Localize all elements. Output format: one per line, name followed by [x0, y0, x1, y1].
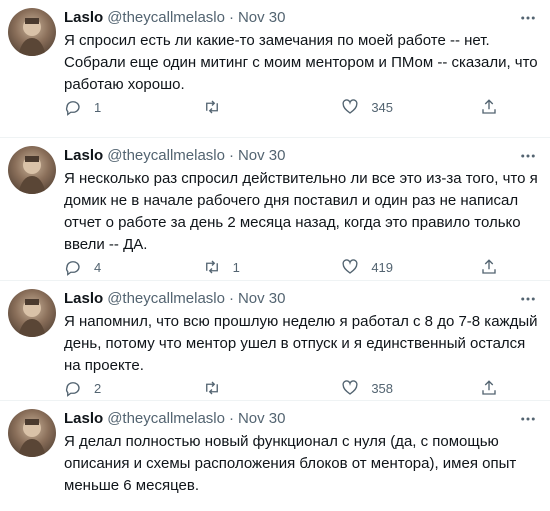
- like-icon: [341, 379, 359, 397]
- avatar[interactable]: [8, 146, 56, 194]
- reply-button[interactable]: 4: [64, 258, 174, 276]
- avatar[interactable]: [8, 409, 56, 457]
- retweet-button[interactable]: [203, 98, 313, 116]
- reply-button[interactable]: 1: [64, 98, 174, 116]
- like-count: 419: [371, 259, 394, 275]
- share-button[interactable]: [480, 379, 498, 397]
- avatar[interactable]: [8, 289, 56, 337]
- like-icon: [341, 98, 359, 116]
- reply-count: 1: [94, 99, 102, 115]
- like-button[interactable]: 358: [341, 379, 451, 397]
- reply-button[interactable]: 2: [64, 379, 174, 397]
- timestamp[interactable]: Nov 30: [238, 8, 286, 28]
- retweet-icon: [203, 98, 221, 116]
- user-handle[interactable]: @theycallmelaslo: [107, 289, 225, 309]
- share-button[interactable]: [480, 98, 498, 116]
- reply-icon: [64, 98, 82, 116]
- like-button[interactable]: 345: [341, 98, 451, 116]
- like-icon: [341, 258, 359, 276]
- display-name[interactable]: Laslo: [64, 409, 103, 429]
- separator: ·: [228, 147, 234, 164]
- retweet-count: 1: [232, 259, 240, 275]
- like-button[interactable]: 419: [341, 258, 451, 276]
- tweet-header: Laslo @theycallmelaslo · Nov 30: [64, 289, 538, 309]
- tweet-text: Я делал полностью новый функционал с нул…: [64, 433, 517, 494]
- display-name[interactable]: Laslo: [64, 146, 103, 166]
- tweet-header: Laslo @theycallmelaslo · Nov 30: [64, 8, 538, 28]
- reply-count: 2: [94, 380, 102, 396]
- avatar[interactable]: [8, 8, 56, 56]
- display-name[interactable]: Laslo: [64, 8, 103, 28]
- separator: ·: [228, 410, 234, 427]
- more-icon[interactable]: [518, 8, 538, 28]
- share-icon: [480, 258, 498, 276]
- tweet-header: Laslo @theycallmelaslo · Nov 30: [64, 409, 538, 429]
- user-handle[interactable]: @theycallmelaslo: [107, 8, 225, 28]
- tweet[interactable]: Laslo @theycallmelaslo · Nov 30 Я делал …: [0, 401, 550, 511]
- tweet-actions: 2 358: [64, 379, 498, 397]
- tweet-text: Я напомнил, что всю прошлую неделю я раб…: [64, 313, 538, 374]
- retweet-button[interactable]: [203, 379, 313, 397]
- more-icon[interactable]: [518, 289, 538, 309]
- tweet[interactable]: Laslo @theycallmelaslo · Nov 30 Я нескол…: [0, 138, 550, 281]
- tweet[interactable]: Laslo @theycallmelaslo · Nov 30 Я спроси…: [0, 0, 550, 138]
- reply-count: 4: [94, 259, 102, 275]
- retweet-icon: [203, 258, 221, 276]
- timestamp[interactable]: Nov 30: [238, 409, 286, 429]
- tweet-thread: Laslo @theycallmelaslo · Nov 30 Я спроси…: [0, 0, 550, 511]
- more-icon[interactable]: [518, 409, 538, 429]
- like-count: 358: [371, 380, 394, 396]
- retweet-button[interactable]: 1: [203, 258, 313, 276]
- display-name[interactable]: Laslo: [64, 289, 103, 309]
- reply-icon: [64, 379, 82, 397]
- timestamp[interactable]: Nov 30: [238, 289, 286, 309]
- tweet-text: Я несколько раз спросил действительно ли…: [64, 170, 538, 253]
- separator: ·: [228, 290, 234, 307]
- share-icon: [480, 379, 498, 397]
- separator: ·: [228, 9, 234, 26]
- user-handle[interactable]: @theycallmelaslo: [107, 409, 225, 429]
- share-button[interactable]: [480, 258, 498, 276]
- more-icon[interactable]: [518, 146, 538, 166]
- reply-icon: [64, 258, 82, 276]
- like-count: 345: [371, 99, 394, 115]
- retweet-icon: [203, 379, 221, 397]
- tweet-text: Я спросил есть ли какие-то замечания по …: [64, 32, 538, 93]
- tweet[interactable]: Laslo @theycallmelaslo · Nov 30 Я напомн…: [0, 281, 550, 401]
- user-handle[interactable]: @theycallmelaslo: [107, 146, 225, 166]
- tweet-header: Laslo @theycallmelaslo · Nov 30: [64, 146, 538, 166]
- tweet-actions: 1 345: [64, 98, 498, 116]
- tweet-actions: 4 1 419: [64, 258, 498, 276]
- timestamp[interactable]: Nov 30: [238, 146, 286, 166]
- share-icon: [480, 98, 498, 116]
